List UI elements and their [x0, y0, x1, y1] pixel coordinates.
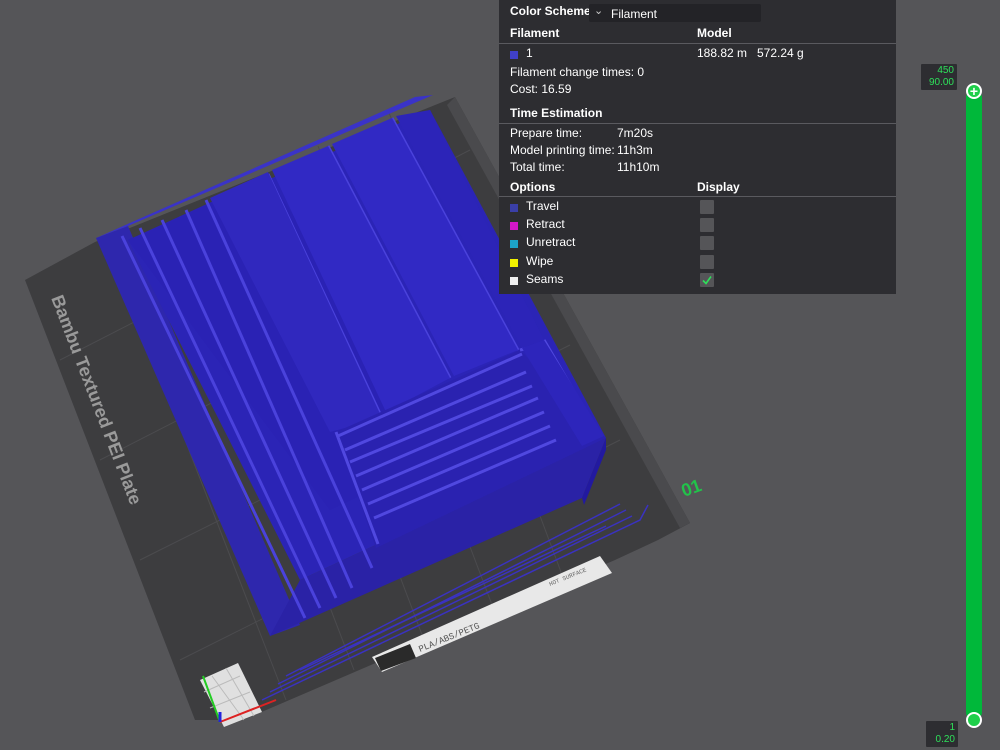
option-label: Travel	[526, 199, 559, 213]
option-label: Retract	[526, 217, 565, 231]
checkmark-icon	[702, 276, 712, 285]
seams-swatch	[510, 277, 518, 285]
total-time-label: Total time:	[510, 160, 565, 174]
color-scheme-dropdown[interactable]: ⌄ Filament	[589, 4, 761, 22]
plate-number: 01	[679, 475, 705, 501]
unretract-checkbox[interactable]	[700, 236, 714, 250]
prepare-time-label: Prepare time:	[510, 126, 583, 140]
filament-change-times: Filament change times: 0	[510, 65, 645, 79]
layer-slider-bottom-handle[interactable]	[966, 712, 982, 728]
cost-text: Cost: 16.59	[510, 82, 572, 96]
time-estimation-title: Time Estimation	[510, 106, 603, 120]
model-time-value: 11h3m	[617, 143, 653, 157]
option-label: Wipe	[526, 254, 554, 268]
top-layer-number: 450	[937, 65, 954, 76]
bottom-layer-height: 0.20	[935, 734, 955, 745]
bottom-layer-number: 1	[949, 722, 955, 733]
filament-length: 188.82 m	[697, 46, 748, 60]
plus-icon: +	[969, 83, 979, 99]
filament-header: Filament	[510, 26, 560, 40]
total-time-value: 11h10m	[617, 160, 660, 174]
option-row-seams: Seams	[499, 272, 896, 290]
chevron-down-icon: ⌄	[594, 5, 604, 17]
option-label: Seams	[526, 272, 564, 286]
layer-slider-track[interactable]	[966, 90, 982, 720]
retract-swatch	[510, 222, 518, 230]
color-scheme-label: Color Scheme	[510, 4, 591, 18]
options-header: Options	[510, 180, 556, 194]
seams-checkbox[interactable]	[700, 273, 714, 287]
color-scheme-value: Filament	[611, 7, 658, 21]
travel-swatch	[510, 204, 518, 212]
model-header: Model	[697, 26, 732, 40]
display-header: Display	[697, 180, 740, 194]
option-label: Unretract	[526, 235, 576, 249]
model-time-label: Model printing time:	[510, 143, 615, 157]
travel-checkbox[interactable]	[700, 200, 714, 214]
filament-id: 1	[526, 46, 533, 60]
filament-weight: 572.24 g	[757, 46, 804, 60]
prepare-time-value: 7m20s	[617, 126, 654, 140]
unretract-swatch	[510, 240, 518, 248]
top-layer-height: 90.00	[928, 77, 954, 88]
option-row-retract: Retract	[499, 217, 896, 235]
filament-row: 1 188.82 m 572.24 g	[499, 46, 896, 64]
bottom-layer-label: 1 0.20	[926, 721, 958, 747]
option-row-unretract: Unretract	[499, 235, 896, 253]
wipe-swatch	[510, 259, 518, 267]
option-row-wipe: Wipe	[499, 254, 896, 272]
top-layer-label: 450 90.00	[921, 64, 957, 90]
stats-panel: Color Scheme ⌄ Filament Filament Model 1…	[499, 0, 896, 294]
option-row-travel: Travel	[499, 199, 896, 217]
retract-checkbox[interactable]	[700, 218, 714, 232]
wipe-checkbox[interactable]	[700, 255, 714, 269]
filament-swatch	[510, 51, 518, 59]
